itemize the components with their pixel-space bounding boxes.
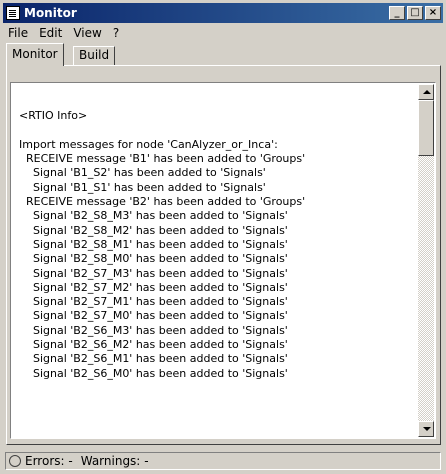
warnings-label: Warnings: bbox=[80, 454, 141, 468]
log-output[interactable]: <RTIO Info> Import messages for node 'Can… bbox=[10, 82, 436, 439]
menu-edit[interactable]: Edit bbox=[34, 26, 68, 40]
errors-label: Errors: bbox=[25, 454, 65, 468]
tab-monitor[interactable]: Monitor bbox=[6, 43, 64, 66]
menu-file[interactable]: File bbox=[3, 26, 34, 40]
log-line: Signal 'B2_S6_M1' has been added to 'Sig… bbox=[19, 352, 288, 366]
log-line: Signal 'B2_S7_M0' has been added to 'Sig… bbox=[19, 309, 288, 323]
close-button[interactable]: × bbox=[425, 6, 441, 20]
minimize-button[interactable]: _ bbox=[389, 6, 405, 20]
log-line: Import messages for node 'CanAlyzer_or_I… bbox=[19, 137, 278, 151]
log-line: Signal 'B2_S7_M1' has been added to 'Sig… bbox=[19, 295, 288, 309]
status-indicator-icon bbox=[9, 455, 21, 467]
log-line: <RTIO Info> bbox=[19, 109, 88, 123]
arrow-up-icon bbox=[423, 90, 431, 94]
log-line: Signal 'B2_S7_M2' has been added to 'Sig… bbox=[19, 280, 288, 294]
log-line: RECEIVE message 'B1' has been added to '… bbox=[19, 152, 306, 166]
vertical-scrollbar[interactable] bbox=[418, 84, 434, 437]
scroll-thumb[interactable] bbox=[418, 100, 434, 156]
menu-bar: File Edit View ? bbox=[3, 24, 125, 42]
monitor-window: Monitor _ □ × File Edit View ? Monitor B… bbox=[0, 0, 446, 474]
errors-value: - bbox=[68, 454, 73, 468]
menu-view[interactable]: View bbox=[68, 26, 107, 40]
menu-help[interactable]: ? bbox=[108, 26, 125, 40]
log-line: RECEIVE message 'B2' has been added to '… bbox=[19, 195, 306, 209]
log-line: Signal 'B1_S2' has been added to 'Signal… bbox=[19, 166, 266, 180]
log-line: Signal 'B2_S8_M3' has been added to 'Sig… bbox=[19, 209, 288, 223]
log-lines: <RTIO Info> Import messages for node 'Can… bbox=[19, 95, 305, 381]
log-line: Signal 'B2_S8_M0' has been added to 'Sig… bbox=[19, 252, 288, 266]
log-line: Signal 'B2_S6_M3' has been added to 'Sig… bbox=[19, 323, 288, 337]
window-title: Monitor bbox=[24, 6, 77, 20]
scroll-up-button[interactable] bbox=[418, 84, 434, 100]
log-line: Signal 'B2_S8_M1' has been added to 'Sig… bbox=[19, 237, 288, 251]
status-bar: Errors: - Warnings: - bbox=[3, 451, 443, 471]
title-bar[interactable]: Monitor _ □ × bbox=[3, 3, 443, 23]
arrow-down-icon bbox=[423, 427, 431, 431]
log-line: Signal 'B1_S1' has been added to 'Signal… bbox=[19, 180, 266, 194]
scroll-down-button[interactable] bbox=[418, 421, 434, 437]
document-icon bbox=[6, 6, 20, 20]
log-line: Signal 'B2_S8_M2' has been added to 'Sig… bbox=[19, 223, 288, 237]
tab-build[interactable]: Build bbox=[73, 46, 116, 65]
log-line: Signal 'B2_S6_M2' has been added to 'Sig… bbox=[19, 338, 288, 352]
maximize-button[interactable]: □ bbox=[407, 6, 423, 20]
warnings-value: - bbox=[144, 454, 149, 468]
status-field: Errors: - Warnings: - bbox=[5, 452, 441, 470]
log-line: Signal 'B2_S6_M0' has been added to 'Sig… bbox=[19, 366, 288, 380]
log-line: Signal 'B2_S7_M3' has been added to 'Sig… bbox=[19, 266, 288, 280]
